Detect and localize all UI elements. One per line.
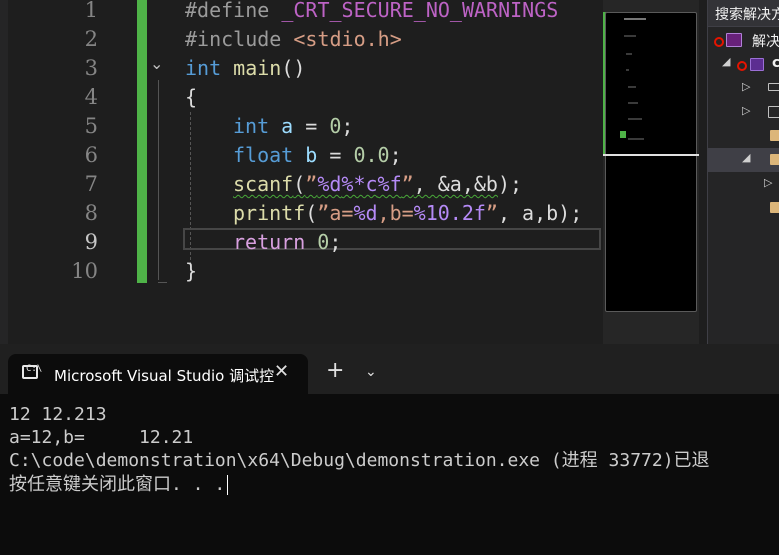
solution-search-input[interactable]: 搜索解决方	[708, 0, 779, 27]
terminal-tab[interactable]: C:\ Microsoft Visual Studio 调试控 ✕	[8, 354, 308, 394]
terminal-tab-title: Microsoft Visual Studio 调试控	[54, 367, 275, 385]
minimap-line	[628, 138, 644, 140]
editor-left-strip	[0, 0, 8, 344]
line-number-gutter: 1 2 3 4 5 6 7 8 9 10	[40, 0, 102, 290]
terminal-line: 12 12.213	[9, 404, 107, 425]
minimap-scrollbar[interactable]	[603, 0, 699, 344]
collapsed-arrow-icon[interactable]: ▷	[742, 80, 750, 93]
text-cursor	[227, 475, 229, 495]
code-line: #include <stdio.h>	[185, 27, 402, 51]
folder-node-references[interactable]: ▷	[708, 76, 779, 100]
minimap-change-marker	[620, 131, 626, 138]
folder-node[interactable]	[708, 124, 779, 148]
minimap-line	[628, 86, 636, 88]
expanded-arrow-icon[interactable]: ◢	[742, 151, 750, 164]
close-icon[interactable]: ✕	[274, 361, 289, 382]
error-dot-icon	[714, 37, 724, 47]
collapsed-arrow-icon[interactable]: ▷	[742, 104, 750, 117]
solution-explorer[interactable]: 搜索解决方 解决 ◢ c ▷ ▷ ◢ ▷	[707, 0, 779, 344]
line-number: 5	[84, 114, 98, 138]
error-dot-icon	[737, 61, 747, 71]
code-line: #define _CRT_SECURE_NO_WARNINGS	[185, 0, 559, 22]
minimap-line	[626, 69, 629, 71]
code-line: {	[185, 85, 198, 109]
terminal-icon: C:\	[22, 364, 42, 379]
references-icon	[768, 83, 779, 91]
terminal-line: C:\code\demonstration\x64\Debug\demonstr…	[9, 450, 710, 471]
code-line: float b = 0.0;	[233, 143, 402, 167]
line-number: 6	[84, 143, 98, 167]
line-number: 2	[84, 27, 98, 51]
cpp-project-icon	[750, 58, 764, 71]
change-tracking-bar	[137, 0, 147, 283]
chevron-down-icon[interactable]: ⌄	[365, 364, 377, 380]
external-deps-icon	[768, 106, 779, 118]
minimap-line	[628, 118, 642, 120]
minimap-view[interactable]	[605, 12, 697, 312]
code-line-current: return 0;	[233, 230, 342, 254]
minimap-line	[626, 53, 632, 55]
scope-guide-end	[158, 282, 167, 283]
minimap-position-indicator	[603, 154, 699, 156]
folder-node-selected[interactable]: ◢	[708, 148, 779, 172]
folder-node[interactable]	[708, 196, 779, 220]
minimap-line	[624, 35, 636, 37]
code-editor[interactable]: 1 2 3 4 5 6 7 8 9 10 ⌄ #define _CRT_SECU…	[0, 0, 779, 344]
code-line: printf(”a=%d,b=%10.2f”, a,b);	[233, 201, 583, 225]
code-line: }	[185, 259, 198, 283]
line-number-active: 9	[84, 230, 98, 254]
line-number: 1	[84, 0, 98, 22]
terminal-line: a=12,b= 12.21	[9, 427, 194, 448]
expanded-arrow-icon[interactable]: ◢	[722, 55, 730, 68]
scope-guide	[158, 80, 159, 280]
line-number: 8	[84, 201, 98, 225]
line-number: 3	[84, 56, 98, 80]
terminal-output[interactable]: 12 12.213 a=12,b= 12.21 C:\code\demonstr…	[0, 394, 779, 555]
code-line: int a = 0;	[233, 114, 354, 138]
line-number: 4	[84, 85, 98, 109]
code-line: int main()	[185, 56, 306, 80]
collapsed-arrow-icon[interactable]: ▷	[764, 176, 772, 189]
chevron-down-icon[interactable]: ⌄	[150, 54, 163, 73]
code-area[interactable]: #define _CRT_SECURE_NO_WARNINGS #include…	[185, 0, 582, 290]
terminal-line-prompt: 按任意键关闭此窗口. . .	[9, 473, 229, 496]
minimap-line	[628, 102, 638, 104]
minimap-line	[624, 18, 646, 20]
new-tab-button[interactable]: +	[326, 360, 344, 382]
folder-icon	[770, 130, 779, 141]
folder-icon	[770, 154, 779, 165]
solution-node[interactable]: 解决	[708, 28, 779, 52]
warning-squiggle[interactable]: scanf(”%d%*c%f”, &a,&b	[233, 172, 498, 196]
file-node[interactable]: ▷	[708, 172, 779, 196]
project-node[interactable]: ◢ c	[708, 52, 779, 76]
solution-icon	[726, 33, 742, 47]
folder-icon	[770, 202, 779, 213]
code-line-warning: scanf(”%d%*c%f”, &a,&b);	[233, 172, 523, 196]
line-number: 7	[84, 172, 98, 196]
folder-node-external[interactable]: ▷	[708, 100, 779, 124]
terminal-tab-bar: C:\ Microsoft Visual Studio 调试控 ✕ + ⌄	[0, 344, 779, 394]
line-number: 10	[71, 259, 98, 283]
